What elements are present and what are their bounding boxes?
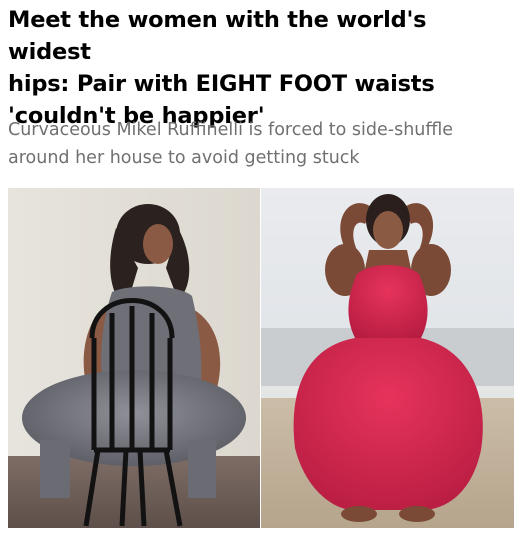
headline-line-2[interactable]: hips: Pair with EIGHT FOOT waists: [8, 71, 435, 97]
woman-in-red-dress-on-beach-image: [261, 188, 514, 528]
article-photo-pair: [8, 188, 514, 528]
standfirst-line-2: around her house to avoid getting stuck: [8, 148, 360, 168]
left-photo[interactable]: [8, 188, 260, 528]
article-headline[interactable]: Meet the women with the world's widest h…: [8, 4, 514, 132]
standfirst-line-1: Curvaceous Mikel Ruffinelli is forced to…: [8, 120, 454, 140]
woman-seated-on-chair-image: [8, 188, 260, 528]
right-photo[interactable]: [261, 188, 514, 528]
article-standfirst: Curvaceous Mikel Ruffinelli is forced to…: [8, 116, 514, 172]
headline-line-1[interactable]: Meet the women with the world's widest: [8, 7, 427, 65]
